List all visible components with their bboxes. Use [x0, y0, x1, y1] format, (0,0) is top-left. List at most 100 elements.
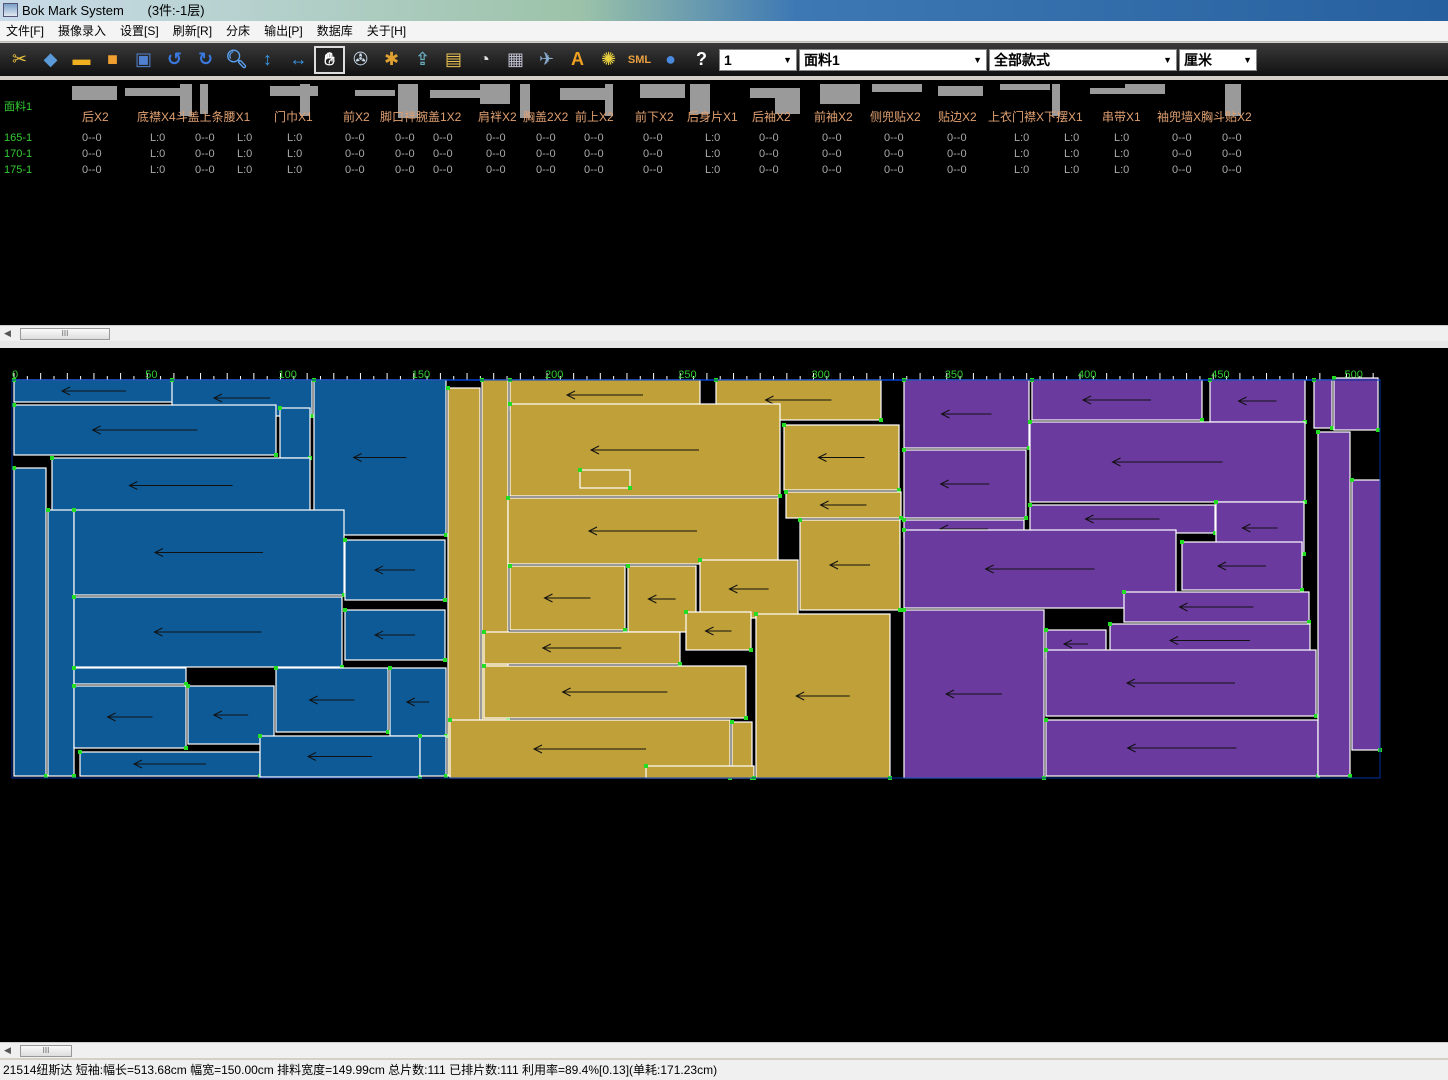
marker-piece[interactable] [13, 467, 47, 777]
size-label[interactable]: 170-1 [4, 148, 32, 160]
table-cell[interactable]: L:0 [150, 132, 165, 144]
table-cell[interactable]: 0--0 [884, 164, 904, 176]
table-cell[interactable]: L:0 [237, 164, 252, 176]
table-cell[interactable]: 0--0 [486, 132, 506, 144]
zoom-icon[interactable]: 🔍︎ [221, 46, 252, 74]
table-cell[interactable]: 0--0 [822, 132, 842, 144]
color-wheel-icon[interactable]: ✺ [593, 46, 624, 74]
table-cell[interactable]: 0--0 [433, 148, 453, 160]
vertical-flip-icon[interactable]: ↕ [252, 46, 283, 74]
menu-settings[interactable]: 设置[S] [120, 21, 159, 41]
scissors-icon[interactable]: ✂ [4, 46, 35, 74]
splitter[interactable] [0, 341, 1448, 348]
table-cell[interactable]: L:0 [287, 132, 302, 144]
table-cell[interactable]: 0--0 [1222, 132, 1242, 144]
fabric-select[interactable]: 面料1 ▼ [799, 48, 987, 71]
table-cell[interactable]: L:0 [1114, 132, 1129, 144]
redo-icon[interactable]: ↻ [190, 46, 221, 74]
column-header[interactable]: 上衣门襟X下摆X1 [988, 108, 1083, 125]
table-cell[interactable]: L:0 [1064, 148, 1079, 160]
column-header[interactable]: 底襟X4斗盖上条腰X1 [137, 108, 250, 125]
table-cell[interactable]: 0--0 [759, 164, 779, 176]
table-cell[interactable]: 0--0 [433, 164, 453, 176]
menu-file[interactable]: 文件[F] [6, 21, 44, 41]
scroll-left-icon[interactable]: ◀ [4, 1045, 11, 1056]
undo-icon[interactable]: ↺ [159, 46, 190, 74]
unit-select[interactable]: 厘米 ▼ [1179, 48, 1257, 71]
sml-icon[interactable]: SML [624, 46, 655, 74]
horizontal-flip-icon[interactable]: ↔ [283, 46, 314, 74]
table-cell[interactable]: 0--0 [486, 148, 506, 160]
table-cell[interactable]: 0--0 [345, 132, 365, 144]
table-cell[interactable]: 0--0 [345, 164, 365, 176]
new-folder-icon[interactable]: ▣ [128, 46, 159, 74]
column-header[interactable]: 前下X2 [635, 108, 674, 125]
layers-icon[interactable]: ◆ [35, 46, 66, 74]
help-icon[interactable]: ? [686, 46, 717, 74]
marker-piece[interactable] [645, 765, 755, 779]
table-cell[interactable]: 0--0 [395, 132, 415, 144]
table-cell[interactable]: 0--0 [433, 132, 453, 144]
marker-piece[interactable] [1333, 377, 1379, 431]
scroll-thumb[interactable]: III [20, 1045, 72, 1057]
column-header[interactable]: 肩袢X2 [478, 108, 517, 125]
scroll-left-icon[interactable]: ◀ [4, 328, 11, 339]
table-cell[interactable]: 0--0 [643, 132, 663, 144]
menu-database[interactable]: 数据库 [317, 21, 353, 41]
table-cell[interactable]: 0--0 [345, 148, 365, 160]
film-icon[interactable]: ▤ [438, 46, 469, 74]
table-cell[interactable]: L:0 [705, 164, 720, 176]
bottom-scrollbar[interactable]: ◀ III [0, 1042, 1448, 1058]
satellite-icon[interactable]: ✈ [531, 46, 562, 74]
table-cell[interactable]: L:0 [705, 132, 720, 144]
marker-piece[interactable] [47, 509, 75, 777]
column-header[interactable]: 后身片X1 [687, 108, 738, 125]
marker-piece[interactable] [1351, 479, 1381, 751]
column-header[interactable]: 后袖X2 [752, 108, 791, 125]
table-cell[interactable]: 0--0 [584, 164, 604, 176]
table-cell[interactable]: L:0 [1014, 148, 1029, 160]
table-cell[interactable]: L:0 [1114, 148, 1129, 160]
table-cell[interactable]: L:0 [287, 148, 302, 160]
marker-piece[interactable] [1317, 431, 1351, 777]
table-cell[interactable]: 0--0 [884, 132, 904, 144]
table-cell[interactable]: 0--0 [195, 148, 215, 160]
table-cell[interactable]: L:0 [1064, 132, 1079, 144]
reel-icon[interactable]: ✇ [345, 46, 376, 74]
table-cell[interactable]: L:0 [287, 164, 302, 176]
table-cell[interactable]: L:0 [705, 148, 720, 160]
column-header[interactable]: 脚口袢腕盖1X2 [380, 108, 461, 125]
column-header[interactable]: 前X2 [343, 108, 370, 125]
table-cell[interactable]: 0--0 [822, 148, 842, 160]
table-cell[interactable]: 0--0 [1172, 164, 1192, 176]
menu-about[interactable]: 关于[H] [367, 21, 406, 41]
table-cell[interactable]: 0--0 [536, 132, 556, 144]
table-cell[interactable]: 0--0 [486, 164, 506, 176]
table-cell[interactable]: 0--0 [759, 148, 779, 160]
open-folder-icon[interactable]: ▬ [66, 46, 97, 74]
calendar-icon[interactable]: ▦ [500, 46, 531, 74]
menu-split-bed[interactable]: 分床 [226, 21, 250, 41]
table-cell[interactable]: 0--0 [1222, 148, 1242, 160]
table-cell[interactable]: 0--0 [82, 132, 102, 144]
table-cell[interactable]: 0--0 [884, 148, 904, 160]
marker-piece[interactable] [73, 667, 187, 685]
layer-select[interactable]: 1 ▼ [719, 48, 797, 71]
table-cell[interactable]: 0--0 [584, 148, 604, 160]
hand-icon[interactable]: ✋︎ [314, 45, 345, 74]
table-cell[interactable]: 0--0 [1172, 148, 1192, 160]
column-header[interactable]: 前袖X2 [814, 108, 853, 125]
table-cell[interactable]: L:0 [1014, 164, 1029, 176]
table-cell[interactable]: 0--0 [195, 132, 215, 144]
table-cell[interactable]: 0--0 [584, 132, 604, 144]
menu-camera-input[interactable]: 摄像录入 [58, 21, 106, 41]
menu-refresh[interactable]: 刷新[R] [173, 21, 212, 41]
column-header[interactable]: 袖兜墙X胸斗贴X2 [1157, 108, 1252, 125]
table-cell[interactable]: 0--0 [643, 148, 663, 160]
style-select[interactable]: 全部款式 ▼ [989, 48, 1177, 71]
column-header[interactable]: 门巾X1 [274, 108, 313, 125]
table-cell[interactable]: 0--0 [395, 164, 415, 176]
table-cell[interactable]: L:0 [237, 132, 252, 144]
column-header[interactable]: 贴边X2 [938, 108, 977, 125]
marker-piece[interactable] [1313, 379, 1333, 429]
